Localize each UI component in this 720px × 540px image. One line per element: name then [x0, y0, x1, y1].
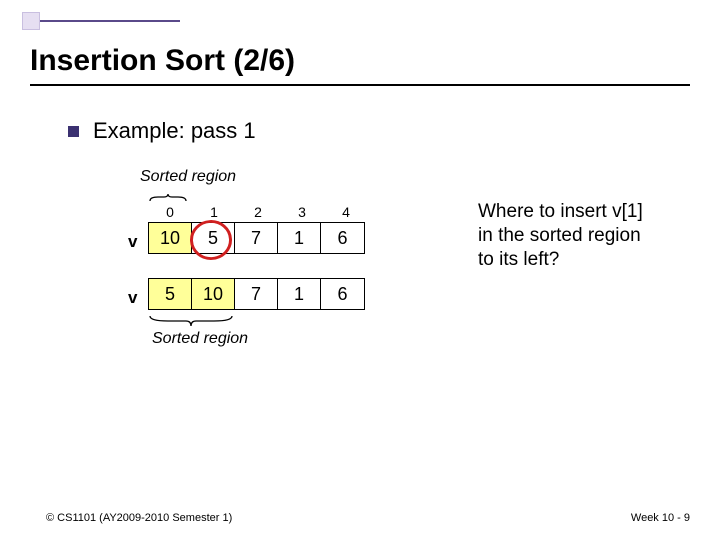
brace-top-icon	[148, 190, 188, 200]
side-note-line: Where to insert v[1]	[478, 201, 643, 222]
array-before: 10 5 7 1 6	[148, 222, 365, 254]
index-label: 2	[236, 204, 280, 220]
footer-right: Week 10 - 9	[631, 512, 690, 524]
array-cell: 1	[278, 223, 321, 253]
index-row: 0 1 2 3 4	[148, 204, 368, 220]
array-cell: 6	[321, 279, 364, 309]
array-after: 5 10 7 1 6	[148, 278, 365, 310]
bullet-text: Example: pass 1	[93, 118, 256, 144]
index-label: 4	[324, 204, 368, 220]
footer-left: © CS1101 (AY2009-2010 Semester 1)	[46, 512, 232, 524]
array-cell: 1	[278, 279, 321, 309]
side-note-line: to its left?	[478, 249, 559, 270]
array-cell: 6	[321, 223, 364, 253]
array-label: v	[128, 288, 137, 308]
array-cell: 10	[149, 223, 192, 253]
slide-title: Insertion Sort (2/6)	[30, 44, 295, 78]
array-cell: 7	[235, 223, 278, 253]
array-cell: 7	[235, 279, 278, 309]
index-label: 3	[280, 204, 324, 220]
array-cell: 10	[192, 279, 235, 309]
brace-bottom-icon	[148, 314, 234, 328]
sorted-region-label-bottom: Sorted region	[152, 330, 248, 348]
index-label: 1	[192, 204, 236, 220]
title-underline	[30, 84, 690, 86]
array-cell: 5	[192, 223, 235, 253]
sorted-region-label-top: Sorted region	[140, 168, 236, 186]
side-note: Where to insert v[1] in the sorted regio…	[478, 200, 698, 271]
accent-box	[22, 12, 40, 30]
array-cell: 5	[149, 279, 192, 309]
bullet-row: Example: pass 1	[68, 118, 256, 144]
accent-bar	[40, 20, 180, 22]
square-bullet-icon	[68, 126, 79, 137]
array-label: v	[128, 232, 137, 252]
side-note-line: in the sorted region	[478, 225, 641, 246]
index-label: 0	[148, 204, 192, 220]
